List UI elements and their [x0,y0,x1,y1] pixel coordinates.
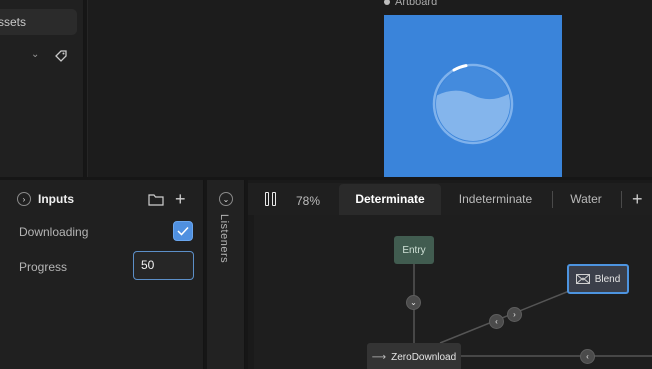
inputs-title: Inputs [38,192,74,206]
zoom-level[interactable]: 78% [296,194,320,208]
pause-icon [265,192,269,206]
tab-divider [621,191,622,208]
tab-water[interactable]: Water [559,184,613,215]
inputs-header[interactable]: › Inputs [17,192,74,206]
tab-divider [552,191,553,208]
blend-node[interactable]: Blend [567,264,629,294]
listeners-toggle-icon[interactable]: ⌄ [219,192,233,206]
transition-handle-icon[interactable]: ‹ [580,349,595,364]
folder-icon[interactable] [148,193,164,209]
downloading-checkbox[interactable] [173,221,193,241]
transition-handle-icon[interactable]: ‹ [489,314,504,329]
add-state-machine-button[interactable]: + [632,190,643,208]
downloading-label: Downloading [19,225,89,239]
stage-canvas[interactable]: Artboard [87,0,652,177]
progress-input[interactable]: 50 [133,251,194,280]
tag-icon[interactable] [54,49,68,66]
artboard-label[interactable]: Artboard [384,0,437,8]
water-loader-graphic [432,63,514,145]
blend-node-label: Blend [594,273,621,285]
expand-toggle-icon[interactable]: › [17,192,31,206]
check-icon [177,226,189,236]
transition-handle-icon[interactable]: › [507,307,522,322]
arrow-right-icon: ⟶ [371,351,387,363]
zero-download-node[interactable]: ⟶ ZeroDownload [367,343,461,369]
artboard-dot-icon [384,0,390,5]
transition-handle-icon[interactable]: ⌄ [406,295,421,310]
tab-indeterminate[interactable]: Indeterminate [447,184,544,215]
pause-button[interactable] [265,192,276,206]
zero-download-label: ZeroDownload [391,351,457,363]
assets-tab[interactable]: ssets [0,9,77,35]
blend-icon [575,274,590,284]
entry-node[interactable]: Entry [394,236,434,264]
pause-icon [272,192,276,206]
tab-determinate[interactable]: Determinate [339,184,441,215]
progress-label: Progress [19,260,68,274]
listeners-panel [207,180,245,369]
assets-panel: ssets ⌄ [0,0,84,177]
chevron-down-icon[interactable]: ⌄ [31,49,39,60]
artboard[interactable] [384,15,562,177]
add-input-button[interactable]: + [175,190,186,208]
artboard-title: Artboard [395,0,438,8]
listeners-label[interactable]: Listeners [218,214,230,263]
